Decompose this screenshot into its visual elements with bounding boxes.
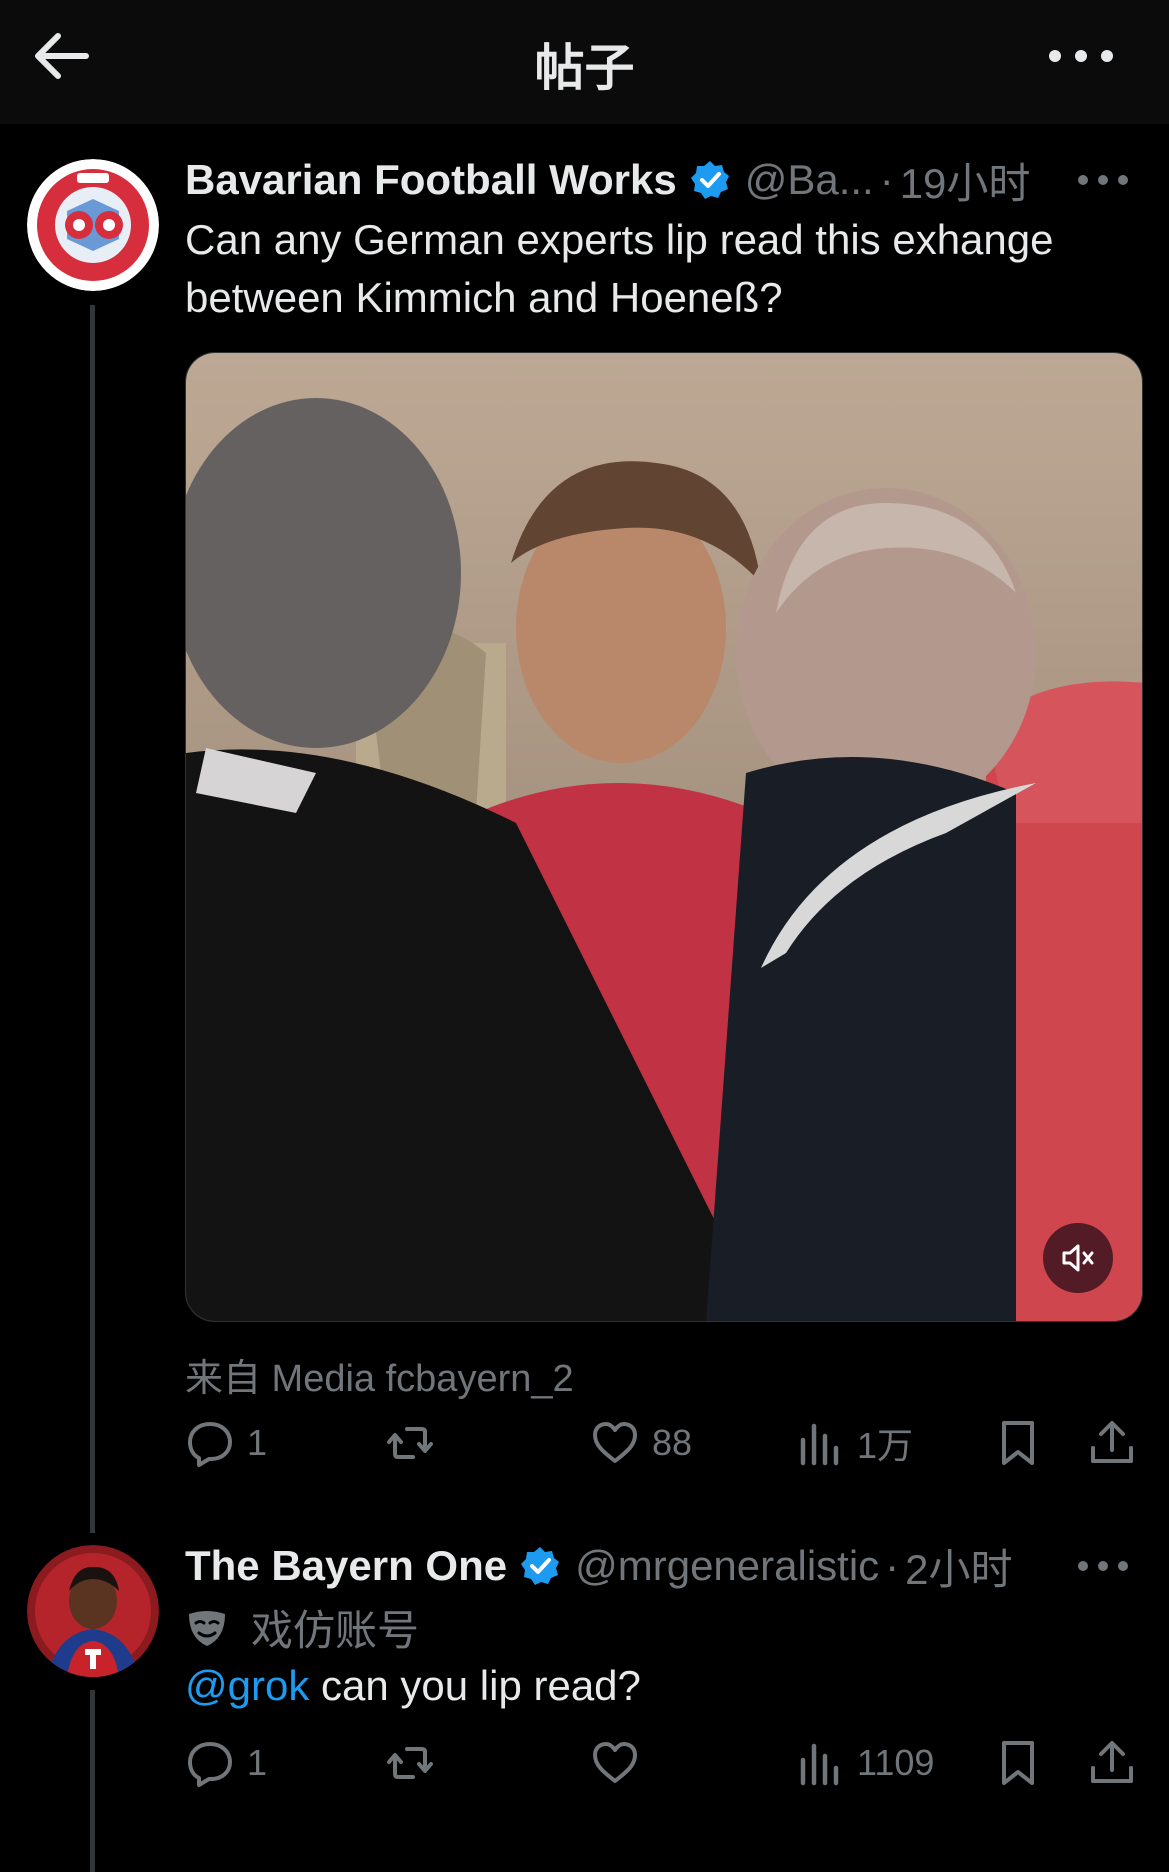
verified-badge-icon <box>521 1547 560 1585</box>
reply-post[interactable]: The Bayern One @mrgeneralistic · 2小时 戏仿账… <box>0 0 1169 1872</box>
post-header: The Bayern One @mrgeneralistic · 2小时 <box>185 1536 1013 1596</box>
post-more-button[interactable] <box>1075 1551 1131 1581</box>
repost-button[interactable] <box>385 1733 447 1793</box>
avatar[interactable] <box>27 1545 159 1677</box>
share-button[interactable] <box>1087 1733 1137 1793</box>
thread-line <box>90 1690 95 1872</box>
views-count: 1109 <box>857 1742 935 1783</box>
mention-link[interactable]: @grok <box>185 1662 309 1709</box>
parody-text: 戏仿账号 <box>251 1607 420 1654</box>
reply-icon <box>188 1742 232 1787</box>
repost-icon <box>387 1747 433 1779</box>
author-handle[interactable]: @mrgeneralistic <box>575 1542 879 1590</box>
views-icon <box>800 1743 839 1786</box>
reply-button[interactable]: 1 <box>185 1733 267 1793</box>
parody-label: 戏仿账号 <box>185 1597 419 1658</box>
like-button[interactable] <box>590 1733 652 1793</box>
bookmark-icon <box>1002 1741 1034 1785</box>
separator-dot: · <box>885 1542 900 1589</box>
the-bayern-one-avatar <box>27 1545 159 1677</box>
reply-count: 1 <box>247 1742 268 1783</box>
more-icon <box>1078 1561 1128 1571</box>
author-name[interactable]: The Bayern One <box>185 1542 507 1590</box>
bookmark-button[interactable] <box>993 1733 1043 1793</box>
post-time[interactable]: 2小时 <box>905 1536 1012 1597</box>
share-icon <box>1091 1741 1133 1783</box>
reply-text: can you lip read? <box>309 1662 641 1709</box>
like-icon <box>593 1742 637 1783</box>
post-actions: 1 1109 <box>185 1733 1145 1793</box>
parody-mask-icon <box>189 1610 225 1646</box>
post-text: @grok can you lip read? <box>185 1657 1145 1715</box>
views-button[interactable]: 1109 <box>795 1733 934 1793</box>
